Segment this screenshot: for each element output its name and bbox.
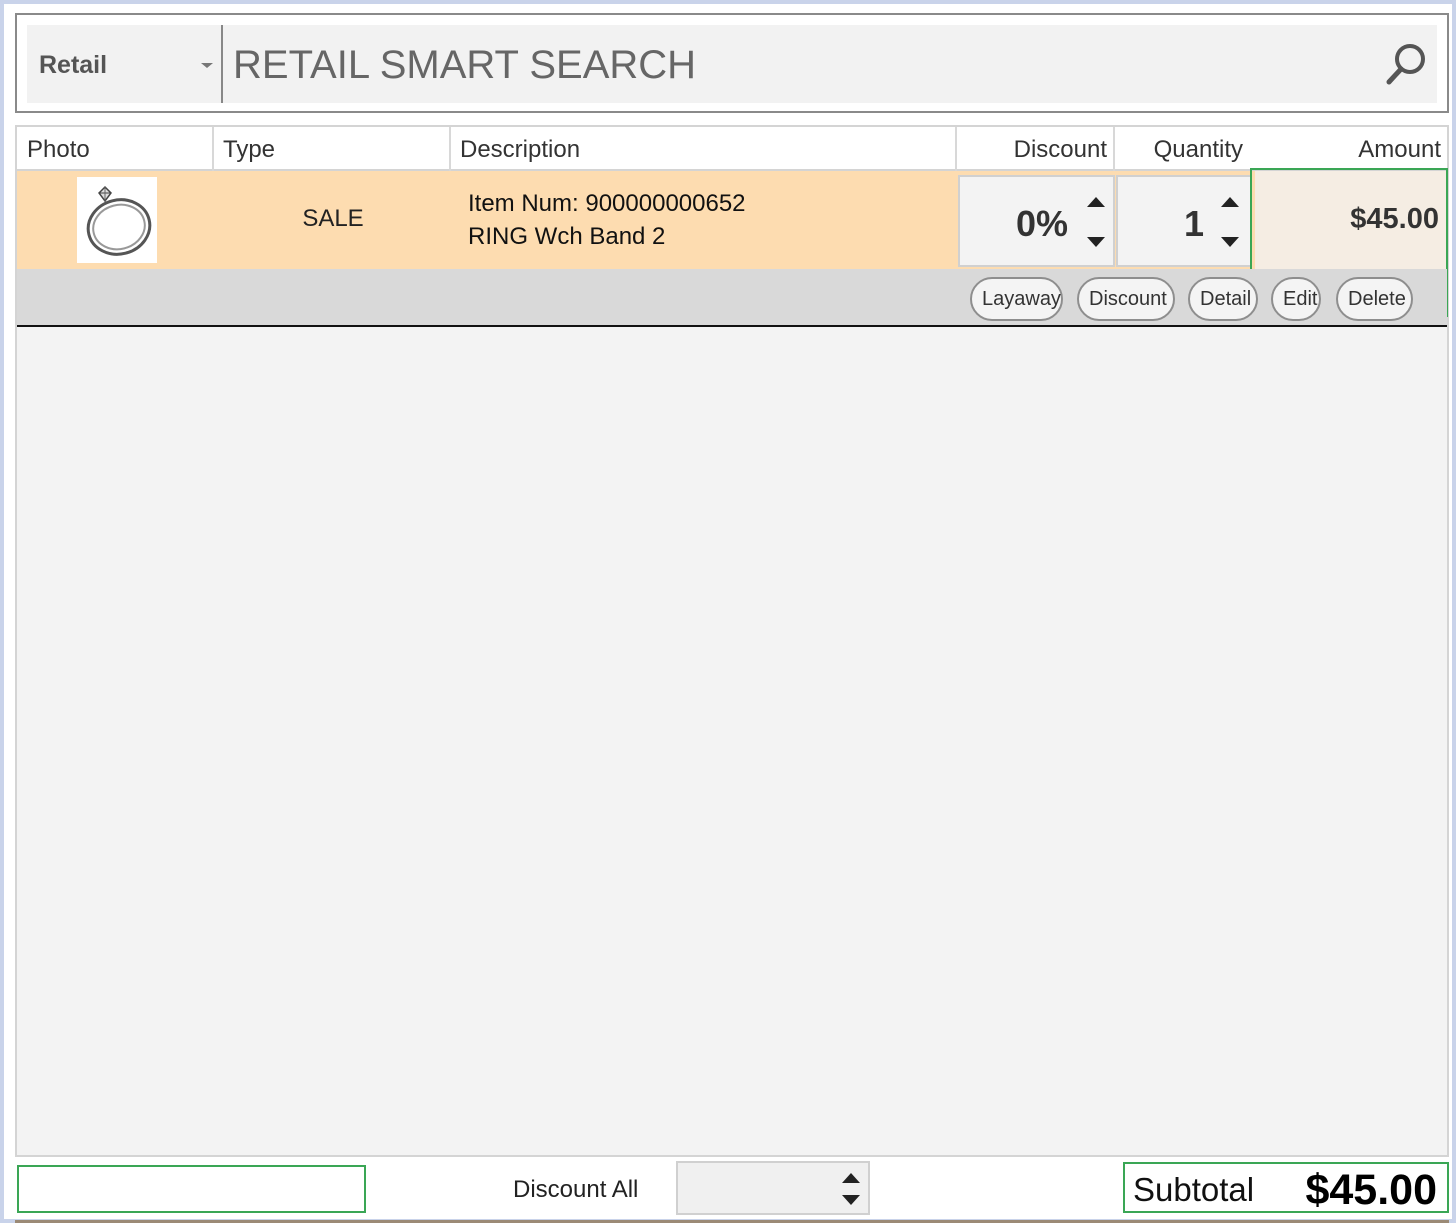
- column-divider: [212, 127, 214, 171]
- decrement-arrow-icon[interactable]: [1221, 237, 1239, 247]
- item-type: SALE: [302, 205, 364, 232]
- subtotal-label: Subtotal: [1133, 1171, 1255, 1208]
- discount-all-stepper[interactable]: [676, 1161, 870, 1215]
- increment-arrow-icon[interactable]: [1087, 197, 1105, 207]
- search-divider: [221, 25, 223, 103]
- increment-arrow-icon[interactable]: [1221, 197, 1239, 207]
- column-divider: [449, 127, 451, 171]
- discount-value: 0%: [1015, 203, 1068, 244]
- item-amount: $45.00: [1350, 203, 1439, 235]
- search-icon[interactable]: [1383, 41, 1429, 87]
- column-header-discount: Discount: [1013, 136, 1107, 163]
- edit-button[interactable]: Edit: [1271, 277, 1321, 321]
- layaway-button[interactable]: Layaway: [970, 277, 1063, 321]
- discount-button[interactable]: Discount: [1077, 277, 1175, 321]
- column-header-amount: Amount: [1358, 136, 1441, 163]
- mode-dropdown[interactable]: Retail: [27, 25, 223, 103]
- ring-icon: [86, 185, 152, 256]
- item-number: Item Num: 900000000652: [468, 190, 746, 217]
- barcode-input[interactable]: [17, 1165, 366, 1213]
- column-header-photo: Photo: [27, 136, 90, 163]
- discount-stepper[interactable]: 0%: [958, 175, 1115, 267]
- quantity-value: 1: [1183, 203, 1204, 244]
- table-row[interactable]: SALE Item Num: 900000000652 RING Wch Ban…: [17, 168, 1448, 317]
- decrement-arrow-icon[interactable]: [842, 1195, 860, 1205]
- discount-all-label: Discount All: [513, 1176, 639, 1203]
- item-name: RING Wch Band 2: [468, 223, 666, 250]
- search-inner: Retail: [27, 25, 1437, 103]
- app-window: Retail Photo Type Description Discount Q…: [0, 0, 1456, 1223]
- subtotal-box: Subtotal $45.00: [1123, 1162, 1449, 1214]
- grid-header: Photo Type Description Discount Quantity…: [17, 125, 1447, 171]
- cart-grid: Photo Type Description Discount Quantity…: [15, 125, 1449, 1157]
- mode-dropdown-label: Retail: [39, 51, 108, 79]
- column-header-quantity: Quantity: [1153, 136, 1243, 163]
- chevron-down-icon: [201, 63, 213, 68]
- increment-arrow-icon[interactable]: [842, 1173, 860, 1183]
- detail-button[interactable]: Detail: [1188, 277, 1258, 321]
- column-header-type: Type: [223, 136, 276, 163]
- delete-button[interactable]: Delete: [1336, 277, 1413, 321]
- amount-cell: $45.00: [1255, 171, 1447, 269]
- ring-photo: [77, 177, 157, 263]
- search-bar: Retail: [15, 13, 1449, 113]
- row-action-bar: Layaway Discount Detail Edit Delete: [17, 269, 1447, 327]
- column-header-description: Description: [460, 136, 581, 163]
- search-input[interactable]: [233, 39, 1353, 91]
- quantity-stepper[interactable]: 1: [1116, 175, 1252, 267]
- decrement-arrow-icon[interactable]: [1087, 237, 1105, 247]
- subtotal-value: $45.00: [1305, 1166, 1437, 1214]
